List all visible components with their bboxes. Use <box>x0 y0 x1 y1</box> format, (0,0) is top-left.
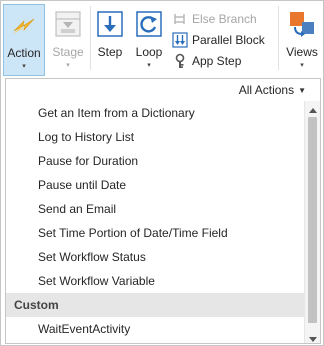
panel-header: All Actions ▼ <box>6 79 320 101</box>
lightning-icon <box>8 9 40 41</box>
stage-button[interactable]: Stage ▾ <box>48 4 88 76</box>
loop-label: Loop <box>135 45 163 59</box>
else-branch-icon <box>172 11 188 27</box>
action-item-pause-duration[interactable]: Pause for Duration <box>6 149 306 173</box>
step-label: Step <box>97 45 123 59</box>
action-item-set-workflow-status[interactable]: Set Workflow Status <box>6 245 306 269</box>
stage-icon <box>52 8 84 40</box>
app-step-icon <box>172 53 188 69</box>
stage-label: Stage <box>52 45 84 59</box>
action-button[interactable]: Action ▾ <box>3 4 45 76</box>
ribbon-separator <box>278 6 279 70</box>
else-branch-button[interactable]: Else Branch <box>172 8 276 29</box>
views-label: Views <box>286 45 318 59</box>
actions-dropdown-panel: All Actions ▼ Get an Item from a Diction… <box>5 78 321 344</box>
action-item-send-email[interactable]: Send an Email <box>6 197 306 221</box>
all-actions-label: All Actions <box>238 83 295 97</box>
action-item-wait-event-activity[interactable]: WaitEventActivity <box>6 317 306 341</box>
scroll-up-icon[interactable] <box>308 103 318 113</box>
app-step-label: App Step <box>192 53 242 68</box>
parallel-block-label: Parallel Block <box>192 32 265 47</box>
actions-list: Get an Item from a Dictionary Log to His… <box>6 101 306 343</box>
parallel-block-icon <box>172 31 188 48</box>
chevron-down-icon: ▾ <box>66 62 70 69</box>
dropdown-triangle-icon: ▼ <box>298 85 306 95</box>
ribbon-small-group: Else Branch Parallel Block App Step <box>172 8 276 71</box>
scrollbar-thumb[interactable] <box>308 117 317 323</box>
all-actions-filter[interactable]: All Actions ▼ <box>239 83 306 97</box>
action-item-set-time-portion[interactable]: Set Time Portion of Date/Time Field <box>6 221 306 245</box>
action-label: Action <box>7 46 41 60</box>
chevron-down-icon: ▾ <box>22 63 26 70</box>
ribbon-separator <box>90 6 91 70</box>
vertical-scrollbar[interactable] <box>304 101 320 343</box>
views-button[interactable]: Views ▾ <box>282 4 322 76</box>
step-button[interactable]: Step <box>92 4 128 76</box>
action-item-log-history[interactable]: Log to History List <box>6 125 306 149</box>
ribbon: Action ▾ Stage ▾ Step Loop ▾ Else Branch… <box>2 2 323 78</box>
chevron-down-icon: ▾ <box>147 62 151 69</box>
chevron-down-icon: ▾ <box>300 62 304 69</box>
else-branch-label: Else Branch <box>192 11 257 26</box>
parallel-block-button[interactable]: Parallel Block <box>172 29 276 50</box>
views-icon <box>286 8 318 40</box>
scroll-down-icon[interactable] <box>308 331 318 342</box>
app-step-button[interactable]: App Step <box>172 50 276 71</box>
action-item-set-workflow-variable[interactable]: Set Workflow Variable <box>6 269 306 293</box>
loop-button[interactable]: Loop ▾ <box>130 4 168 76</box>
action-item-pause-until-date[interactable]: Pause until Date <box>6 173 306 197</box>
category-header-custom: Custom <box>6 293 306 317</box>
action-item-get-dictionary-item[interactable]: Get an Item from a Dictionary <box>6 101 306 125</box>
loop-icon <box>133 8 165 40</box>
window-frame: Action ▾ Stage ▾ Step Loop ▾ Else Branch… <box>0 0 324 346</box>
step-arrow-icon <box>94 8 126 40</box>
